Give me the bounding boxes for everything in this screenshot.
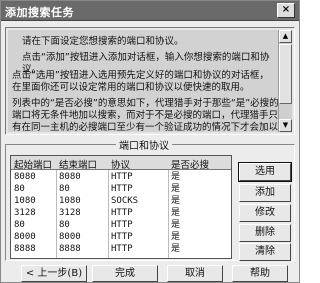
- end-port-cell: 8080: [59, 172, 81, 182]
- column-header-start-port[interactable]: 起始端口: [14, 157, 52, 171]
- ports-table[interactable]: 起始端口 结束端口 协议 是否必搜 8080 8080 HTTP 是 80 80…: [10, 155, 232, 259]
- edit-button[interactable]: 修改: [239, 204, 291, 222]
- start-port-cell: 1080: [14, 196, 36, 206]
- required-cell: 是: [171, 220, 181, 230]
- required-cell: 是: [171, 232, 181, 242]
- instructions-text-area: 请在下面设定您想搜索的端口和协议。 点击“添加”按钮进入添加对话框，输入你想搜索…: [8, 30, 278, 132]
- start-port-cell: 8888: [14, 244, 36, 254]
- window-title: 添加搜索任务: [5, 6, 74, 19]
- required-cell: 是: [171, 172, 181, 182]
- protocol-cell: HTTP: [111, 244, 133, 254]
- end-port-cell: 1080: [59, 196, 81, 206]
- protocol-cell: HTTP: [111, 172, 133, 182]
- column-header-protocol[interactable]: 协议: [111, 157, 130, 171]
- close-icon[interactable]: ×: [277, 3, 295, 18]
- title-bar[interactable]: 添加搜索任务 ×: [1, 1, 299, 21]
- select-button[interactable]: 选用: [238, 162, 292, 182]
- instruction-paragraph-4: 列表中的“是否必搜”的意思如下，代理猎手对于那些“是”必搜的端口将无条件地加以搜…: [12, 98, 278, 132]
- finish-button[interactable]: 完成: [92, 265, 158, 282]
- instruction-paragraph-3: 点击“选用”按钮进入选用预先定义好的端口和协议的对话框，在里面你还可以设定常用的…: [12, 70, 269, 93]
- back-button[interactable]: < 上一步(B): [21, 265, 87, 282]
- add-button[interactable]: 添加: [239, 184, 291, 202]
- add-search-task-dialog: 添加搜索任务 × 请在下面设定您想搜索的端口和协议。 点击“添加”按钮进入添加对…: [0, 0, 300, 283]
- table-header: 起始端口 结束端口 协议 是否必搜: [11, 156, 231, 171]
- ports-protocols-group: 端口和协议 起始端口 结束端口 协议 是否必搜 8080 8080 HTTP 是…: [5, 137, 295, 261]
- protocol-cell: HTTP: [111, 232, 133, 242]
- scroll-thumb[interactable]: [279, 44, 292, 104]
- help-button[interactable]: 帮助: [232, 265, 288, 282]
- start-port-cell: 3128: [14, 208, 36, 218]
- start-port-cell: 8000: [14, 232, 36, 242]
- table-row[interactable]: 1080 1080 SOCKS 是: [11, 195, 231, 207]
- end-port-cell: 80: [59, 184, 70, 194]
- protocol-cell: SOCKS: [111, 196, 139, 206]
- column-header-required[interactable]: 是否必搜: [171, 157, 209, 171]
- end-port-cell: 8888: [59, 244, 81, 254]
- dialog-button-bar: < 上一步(B) 完成 取消 帮助: [1, 263, 299, 283]
- required-cell: 是: [171, 244, 181, 254]
- protocol-cell: HTTP: [111, 208, 133, 218]
- required-cell: 是: [171, 208, 181, 218]
- scroll-up-arrow-icon[interactable]: ▲: [279, 30, 292, 43]
- start-port-cell: 80: [14, 220, 25, 230]
- cancel-button[interactable]: 取消: [167, 265, 223, 282]
- instructions-scrollbar[interactable]: ▲ ▼: [278, 30, 292, 132]
- start-port-cell: 8080: [14, 172, 36, 182]
- column-header-end-port[interactable]: 结束端口: [59, 157, 97, 171]
- required-cell: 是: [171, 184, 181, 194]
- protocol-cell: HTTP: [111, 184, 133, 194]
- group-title: 端口和协议: [116, 137, 172, 152]
- table-row[interactable]: 8000 8000 HTTP 是: [11, 231, 231, 243]
- delete-button[interactable]: 删除: [239, 224, 291, 242]
- table-row[interactable]: 8888 8888 HTTP 是: [11, 243, 231, 255]
- scroll-down-arrow-icon[interactable]: ▼: [279, 119, 292, 132]
- table-row[interactable]: 3128 3128 HTTP 是: [11, 207, 231, 219]
- clear-button[interactable]: 清除: [239, 243, 291, 261]
- required-cell: 是: [171, 196, 181, 206]
- table-row[interactable]: 80 80 HTTP 是: [11, 183, 231, 195]
- table-row[interactable]: 80 80 HTTP 是: [11, 219, 231, 231]
- end-port-cell: 3128: [59, 208, 81, 218]
- end-port-cell: 8000: [59, 232, 81, 242]
- table-row[interactable]: 8080 8080 HTTP 是: [11, 171, 231, 183]
- start-port-cell: 80: [14, 184, 25, 194]
- instructions-panel: 请在下面设定您想搜索的端口和协议。 点击“添加”按钮进入添加对话框，输入你想搜索…: [5, 27, 295, 135]
- end-port-cell: 80: [59, 220, 70, 230]
- protocol-cell: HTTP: [111, 220, 133, 230]
- instruction-paragraph-1: 请在下面设定您想搜索的端口和协议。: [22, 36, 184, 47]
